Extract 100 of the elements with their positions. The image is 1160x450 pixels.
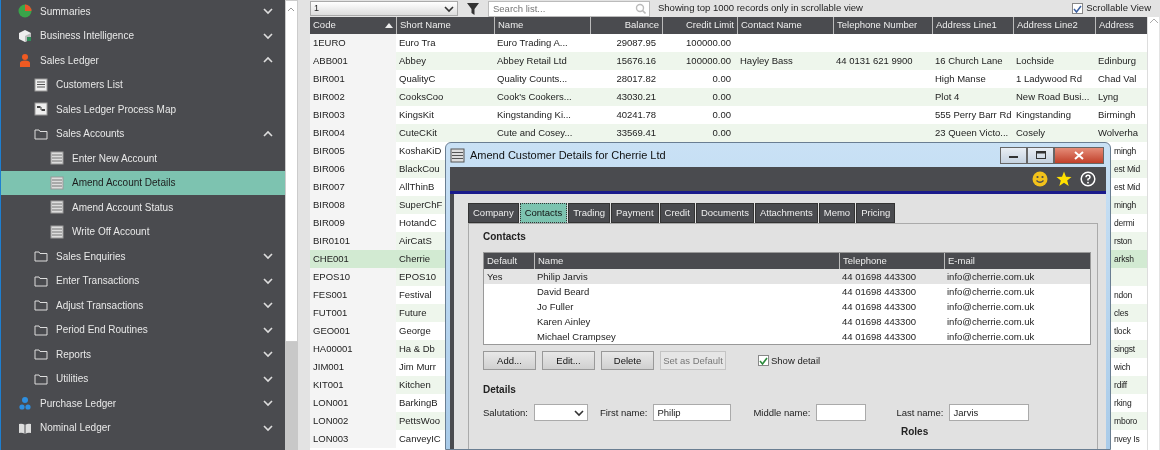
table-cell-text: BlackCou: [398, 161, 441, 176]
table-row[interactable]: Karen Ainley 44 01698 443300 info@cherrie.com.uk: [484, 314, 1090, 330]
tab[interactable]: Contacts: [519, 203, 568, 224]
tab[interactable]: Trading: [568, 203, 611, 224]
dropdown[interactable]: [533, 404, 588, 422]
table-row[interactable]: ABB001 Abbey Abbey Retail Ltd 15676.16 100000.00 Hayley Bass 44 0131 621 9900 16 Church Lane Lochside Edinburg: [310, 52, 1147, 70]
maximize-button[interactable]: [1027, 146, 1054, 164]
button: Set as Default: [660, 351, 726, 371]
sidebar-item[interactable]: Sales Ledger: [1, 48, 285, 73]
tab[interactable]: Pricing: [856, 203, 896, 224]
table-cell: BIR005: [310, 142, 396, 160]
section-heading: Roles: [901, 425, 930, 440]
table-row[interactable]: BIR002 CooksCoo Cook's Cookers... 43030.21 0.00 Plot 4 New Road Busi... Lyng: [310, 88, 1147, 106]
checkbox[interactable]: [1072, 3, 1084, 14]
table-cell: BIR009: [310, 214, 396, 232]
search-field[interactable]: Search list...: [488, 0, 650, 17]
table-cell-text: singst: [1113, 342, 1136, 356]
table-cell-text: Cosely: [1015, 125, 1047, 140]
folder-icon: [34, 126, 48, 141]
checkbox[interactable]: [758, 355, 769, 367]
table-cell-text: Birmingh: [1097, 107, 1137, 122]
table-cell-text: Abbey Retail Ltd: [496, 53, 568, 68]
table-cell-text: mingh: [1113, 144, 1138, 158]
record-note: Showing top 1000 records only in scrollable view: [658, 1, 863, 16]
field-label: Last name:: [896, 405, 944, 420]
table-row[interactable]: Yes Philip Jarvis 44 01698 443300 info@cherrie.com.uk: [484, 269, 1090, 285]
table-cell-text: 0.00: [711, 125, 732, 140]
page-dropdown[interactable]: 1: [310, 1, 458, 16]
table-cell-text: 0.00: [711, 71, 732, 86]
people-icon: [18, 396, 32, 411]
sidebar-item[interactable]: Nominal Ledger: [1, 415, 285, 440]
table-cell: EPOS10: [310, 268, 396, 286]
input-field[interactable]: [816, 404, 867, 422]
table-cell-text: 43030.21: [615, 89, 657, 104]
button[interactable]: Delete: [601, 351, 654, 371]
table-cell-text: rston: [1113, 234, 1133, 248]
tab[interactable]: Credit: [659, 203, 695, 224]
sidebar-item[interactable]: Amend Account Details: [1, 170, 285, 195]
sidebar-item[interactable]: Adjust Transactions: [1, 293, 285, 318]
filter-icon: [466, 1, 480, 16]
sidebar-item[interactable]: Amend Account Status: [1, 195, 285, 220]
person-icon: [18, 53, 32, 68]
sidebar-item[interactable]: Sales Accounts: [1, 121, 285, 146]
table-row[interactable]: Jo Fuller 44 01698 443300 info@cherrie.com.uk: [484, 299, 1090, 315]
close-button[interactable]: [1054, 146, 1104, 164]
table-cell: BIR002: [310, 88, 396, 106]
tab[interactable]: Memo: [818, 203, 856, 224]
input-field[interactable]: Jarvis: [949, 404, 1030, 422]
table-cell-text: George: [398, 323, 432, 338]
table-row[interactable]: BIR004 CuteCKit Cute and Cosey... 33569.41 0.00 23 Queen Victo... Cosely Wolverha: [310, 124, 1147, 142]
process-map-icon: [34, 102, 48, 117]
tab[interactable]: Payment: [611, 203, 659, 224]
table-cell-text: Kingstanding: [1015, 107, 1072, 122]
form-icon: [50, 224, 64, 239]
sidebar-item[interactable]: Enter Transactions: [1, 268, 285, 293]
column-header[interactable]: Default: [484, 253, 534, 270]
form-icon: [50, 151, 64, 166]
tab[interactable]: Attachments: [754, 203, 818, 224]
scrollbar[interactable]: [285, 0, 298, 342]
tab[interactable]: Company: [468, 203, 519, 224]
table-row[interactable]: David Beard 44 01698 443300 info@cherrie.com.uk: [484, 284, 1090, 300]
search-icon: [635, 2, 646, 14]
table-cell-text: AirCatS: [398, 233, 433, 248]
sidebar-item[interactable]: Business Intelligence: [1, 23, 285, 48]
tab[interactable]: Documents: [695, 203, 754, 224]
table-cell-text: 29087.95: [615, 35, 657, 50]
sidebar-item[interactable]: Reports: [1, 342, 285, 367]
table-cell-text: Lyng: [1097, 89, 1120, 104]
minimize-button[interactable]: [1000, 146, 1027, 164]
button[interactable]: Edit...: [542, 351, 595, 371]
window-title: Amend Customer Details for Cherrie Ltd: [470, 147, 666, 163]
button[interactable]: Add...: [483, 351, 536, 371]
scrollbar[interactable]: [1147, 17, 1159, 450]
table-cell-text: cles: [1113, 306, 1130, 320]
sidebar-item[interactable]: Sales Ledger Process Map: [1, 97, 285, 122]
table-cell-text: 44 01698 443300: [841, 269, 917, 284]
table-cell: JIM001: [310, 358, 396, 376]
table-row[interactable]: Michael Crampsey 44 01698 443300 info@cherrie.com.uk: [484, 329, 1090, 345]
input-field[interactable]: Philip: [653, 404, 732, 422]
column-header[interactable]: Code: [310, 17, 396, 34]
sidebar-item[interactable]: Sales Enquiries: [1, 244, 285, 269]
checkbox-label: Scrollable View: [1086, 1, 1151, 16]
table-cell-text: arksh: [1113, 252, 1135, 266]
table-cell-text: rdiff: [1113, 378, 1129, 392]
sidebar-item[interactable]: Summaries: [1, 0, 285, 24]
table-cell: GEO001: [310, 322, 396, 340]
table-cell-text: est Mid: [1113, 162, 1141, 176]
sidebar-item[interactable]: Enter New Account: [1, 146, 285, 171]
sidebar-item[interactable]: Write Off Account: [1, 219, 285, 244]
table-cell-text: 0.00: [711, 107, 732, 122]
table-cell-text: PettsWoo: [398, 413, 441, 428]
maximize-icon: [1035, 151, 1046, 159]
sidebar-item[interactable]: Customers List: [1, 72, 285, 97]
sidebar-item[interactable]: Utilities: [1, 366, 285, 391]
table-cell-text: 100000.00: [685, 53, 732, 68]
sidebar-item[interactable]: Period End Routines: [1, 317, 285, 342]
table-cell: LON003: [310, 430, 396, 448]
sidebar-item[interactable]: Purchase Ledger: [1, 391, 285, 416]
table-cell-text: est Mid: [1113, 180, 1141, 194]
table-cell-text: info@cherrie.com.uk: [946, 314, 1036, 329]
